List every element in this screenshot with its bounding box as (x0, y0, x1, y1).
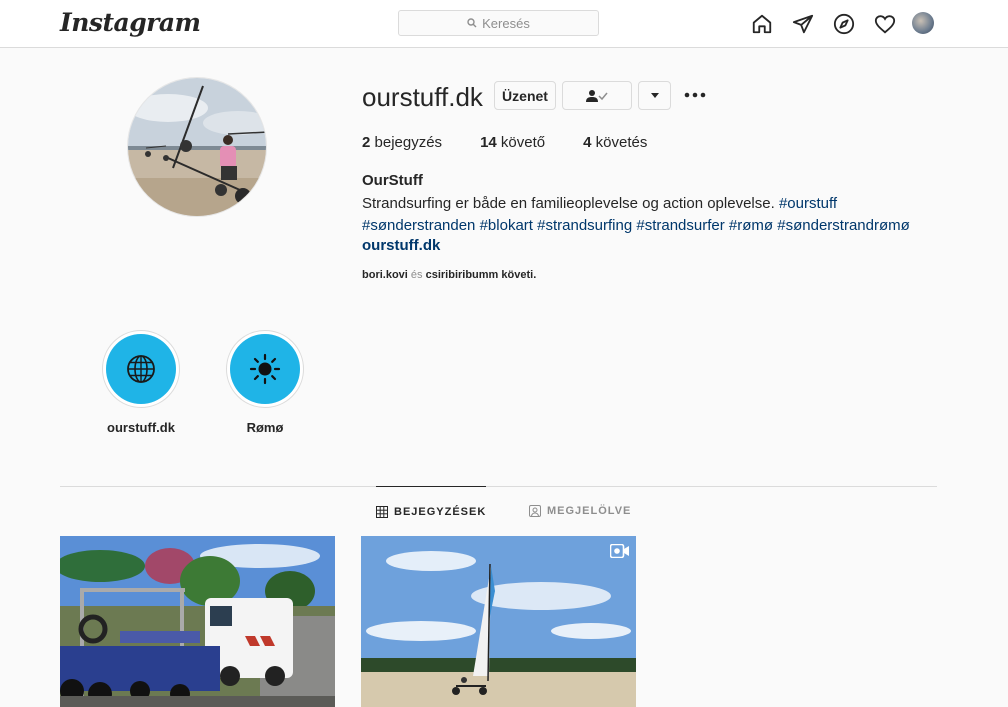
tagged-user-icon (529, 505, 541, 517)
hashtag-link[interactable]: #ourstuff (779, 195, 837, 212)
nav-icons (750, 12, 934, 36)
following-button[interactable] (562, 81, 632, 110)
followers-label: követő (500, 134, 546, 151)
highlight-cover (230, 334, 300, 404)
caret-down-icon (650, 93, 659, 98)
story-highlight[interactable]: ourstuff.dk (102, 330, 180, 435)
grid-icon (376, 505, 388, 518)
hashtag-link[interactable]: #sønderstranden (362, 217, 475, 234)
tab-posts-label: BEJEGYZÉSEK (394, 505, 487, 518)
highlight-ring[interactable] (226, 330, 304, 408)
video-icon (610, 544, 629, 558)
more-options-icon[interactable] (683, 85, 707, 105)
direct-icon[interactable] (791, 12, 815, 36)
user-check-icon (586, 89, 608, 102)
tabs-divider (60, 486, 937, 487)
highlight-cover (106, 334, 176, 404)
tab-posts[interactable]: BEJEGYZÉSEK (376, 486, 487, 536)
post-thumbnail[interactable] (60, 536, 335, 707)
suggested-dropdown-button[interactable] (638, 81, 671, 110)
tab-tagged[interactable]: MEGJELÖLVE (529, 486, 631, 536)
highlight-label: ourstuff.dk (107, 420, 175, 435)
followed-by-conjunction: és (410, 269, 423, 281)
globe-icon (127, 355, 155, 383)
hashtag-link[interactable]: #strandsurfing (537, 217, 632, 234)
message-button[interactable]: Üzenet (494, 81, 556, 110)
post-image-trailer (60, 536, 335, 707)
tab-tagged-label: MEGJELÖLVE (547, 505, 632, 517)
search-icon (467, 18, 477, 28)
followed-by-text: bori.kovi és csiribiribumm követi. (362, 269, 536, 281)
profile-bio: Strandsurfing er både en familieoplevels… (362, 193, 932, 237)
search-input[interactable]: Keresés (398, 10, 599, 36)
highlight-label: Rømø (246, 420, 284, 435)
posts-stat: 2 bejegyzés (362, 134, 442, 151)
sun-icon (249, 353, 281, 385)
hashtag-link[interactable]: #sønderstrandrømø (777, 217, 910, 234)
hashtag-link[interactable]: #strandsurfer (636, 217, 724, 234)
story-highlight[interactable]: Rømø (226, 330, 304, 435)
following-label: követés (595, 134, 648, 151)
search-placeholder: Keresés (482, 15, 530, 31)
bio-text: Strandsurfing er både en familieoplevels… (362, 195, 775, 212)
following-count: 4 (583, 134, 592, 151)
following-stat[interactable]: 4 követés (583, 134, 647, 151)
explore-icon[interactable] (832, 12, 856, 36)
top-navbar: Instagram Keresés (0, 0, 1008, 48)
followed-by-user[interactable]: csiribiribumm (426, 269, 499, 281)
followers-count: 14 (480, 134, 497, 151)
hashtag-link[interactable]: #blokart (480, 217, 533, 234)
followed-by-user[interactable]: bori.kovi (362, 269, 408, 281)
followers-stat[interactable]: 14 követő (480, 134, 545, 151)
profile-avatar-icon[interactable] (912, 12, 934, 34)
activity-heart-icon[interactable] (873, 12, 897, 36)
profile-picture[interactable] (127, 77, 267, 217)
profile-photo-blokart (128, 78, 266, 216)
profile-username: ourstuff.dk (362, 82, 483, 112)
posts-count: 2 (362, 134, 371, 151)
profile-website-link[interactable]: ourstuff.dk (362, 237, 440, 254)
followed-by-suffix[interactable]: követi. (501, 269, 536, 281)
highlight-ring[interactable] (102, 330, 180, 408)
instagram-logo[interactable]: Instagram (60, 8, 201, 37)
hashtag-link[interactable]: #rømø (729, 217, 773, 234)
post-image-blokart-beach (361, 536, 636, 707)
posts-label: bejegyzés (374, 134, 443, 151)
profile-full-name: OurStuff (362, 172, 423, 189)
profile-stats: 2 bejegyzés 14 követő 4 követés (362, 134, 685, 151)
home-icon[interactable] (750, 12, 774, 36)
post-thumbnail[interactable] (361, 536, 636, 707)
